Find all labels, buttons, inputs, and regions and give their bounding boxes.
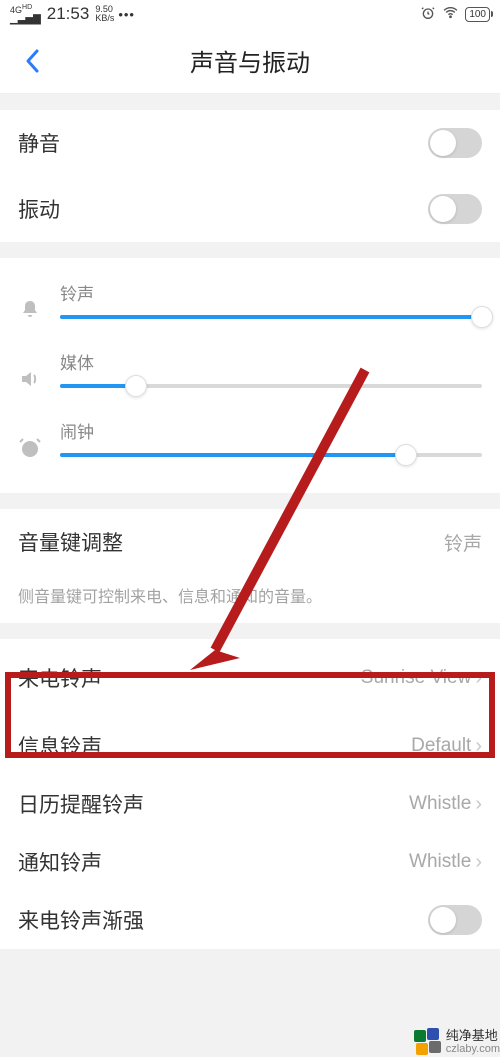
- watermark-name: 纯净基地: [446, 1029, 500, 1043]
- gradual-ringtone-label: 来电铃声渐强: [18, 905, 144, 935]
- volume-alarm-label: 闹钟: [60, 418, 482, 443]
- volume-section: 铃声 媒体 闹钟: [0, 258, 500, 493]
- incoming-ringtone-value: Sunrise View: [361, 667, 472, 689]
- chevron-right-icon: ›: [475, 667, 482, 690]
- volume-key-value: 铃声: [444, 529, 482, 556]
- status-time: 21:53: [47, 4, 90, 24]
- slider-alarm[interactable]: [60, 453, 482, 457]
- volume-key-label: 音量键调整: [18, 527, 123, 557]
- volume-ring-label: 铃声: [60, 280, 482, 305]
- message-ringtone-value: Default: [411, 735, 471, 757]
- row-mute[interactable]: 静音: [0, 110, 500, 176]
- row-notify-ringtone[interactable]: 通知铃声 Whistle ›: [0, 833, 500, 891]
- volume-media-row: 媒体: [0, 341, 500, 410]
- page-header: 声音与振动: [0, 28, 500, 94]
- toggle-vibrate[interactable]: [428, 194, 482, 224]
- volume-media-label: 媒体: [60, 349, 482, 374]
- status-bar: 4GHD ▁▃▅▇ 21:53 9.50 KB/s ••• 100: [0, 0, 500, 28]
- more-icon: •••: [118, 7, 135, 22]
- alarm-clock-icon: [18, 436, 42, 465]
- row-vibrate[interactable]: 振动: [0, 176, 500, 242]
- row-volume-key[interactable]: 音量键调整 铃声: [0, 509, 500, 575]
- alarm-status-icon: [420, 5, 436, 24]
- calendar-ringtone-value: Whistle: [409, 793, 471, 815]
- volume-ring-row: 铃声: [0, 272, 500, 341]
- incoming-ringtone-label: 来电铃声: [18, 663, 102, 693]
- slider-ring[interactable]: [60, 315, 482, 319]
- battery-indicator: 100: [465, 7, 490, 22]
- message-ringtone-label: 信息铃声: [18, 731, 102, 761]
- bell-icon: [18, 298, 42, 327]
- calendar-ringtone-label: 日历提醒铃声: [18, 789, 144, 819]
- signal-icon: ▁▃▅▇: [10, 15, 41, 25]
- watermark-url: czlaby.com: [446, 1043, 500, 1055]
- chevron-right-icon: ›: [475, 735, 482, 758]
- row-incoming-ringtone[interactable]: 来电铃声 Sunrise View ›: [0, 639, 500, 717]
- row-vibrate-label: 振动: [18, 194, 60, 224]
- row-calendar-ringtone[interactable]: 日历提醒铃声 Whistle ›: [0, 775, 500, 833]
- wifi-icon: [442, 4, 459, 24]
- watermark-logo-icon: [414, 1028, 442, 1056]
- net-speed-unit: KB/s: [95, 14, 114, 23]
- notify-ringtone-label: 通知铃声: [18, 847, 102, 877]
- row-gradual-ringtone[interactable]: 来电铃声渐强: [0, 891, 500, 949]
- volume-alarm-row: 闹钟: [0, 410, 500, 479]
- watermark: 纯净基地 czlaby.com: [414, 1027, 500, 1057]
- slider-media[interactable]: [60, 384, 482, 388]
- back-button[interactable]: [12, 41, 52, 81]
- chevron-right-icon: ›: [475, 793, 482, 816]
- toggle-gradual[interactable]: [428, 905, 482, 935]
- chevron-right-icon: ›: [475, 851, 482, 874]
- toggle-mute[interactable]: [428, 128, 482, 158]
- row-message-ringtone[interactable]: 信息铃声 Default ›: [0, 717, 500, 775]
- page-title: 声音与振动: [190, 43, 310, 78]
- notify-ringtone-value: Whistle: [409, 851, 471, 873]
- volume-key-help: 侧音量键可控制来电、信息和通知的音量。: [0, 575, 500, 623]
- network-type: 4GHD: [10, 4, 32, 15]
- speaker-icon: [18, 367, 42, 396]
- row-mute-label: 静音: [18, 128, 60, 158]
